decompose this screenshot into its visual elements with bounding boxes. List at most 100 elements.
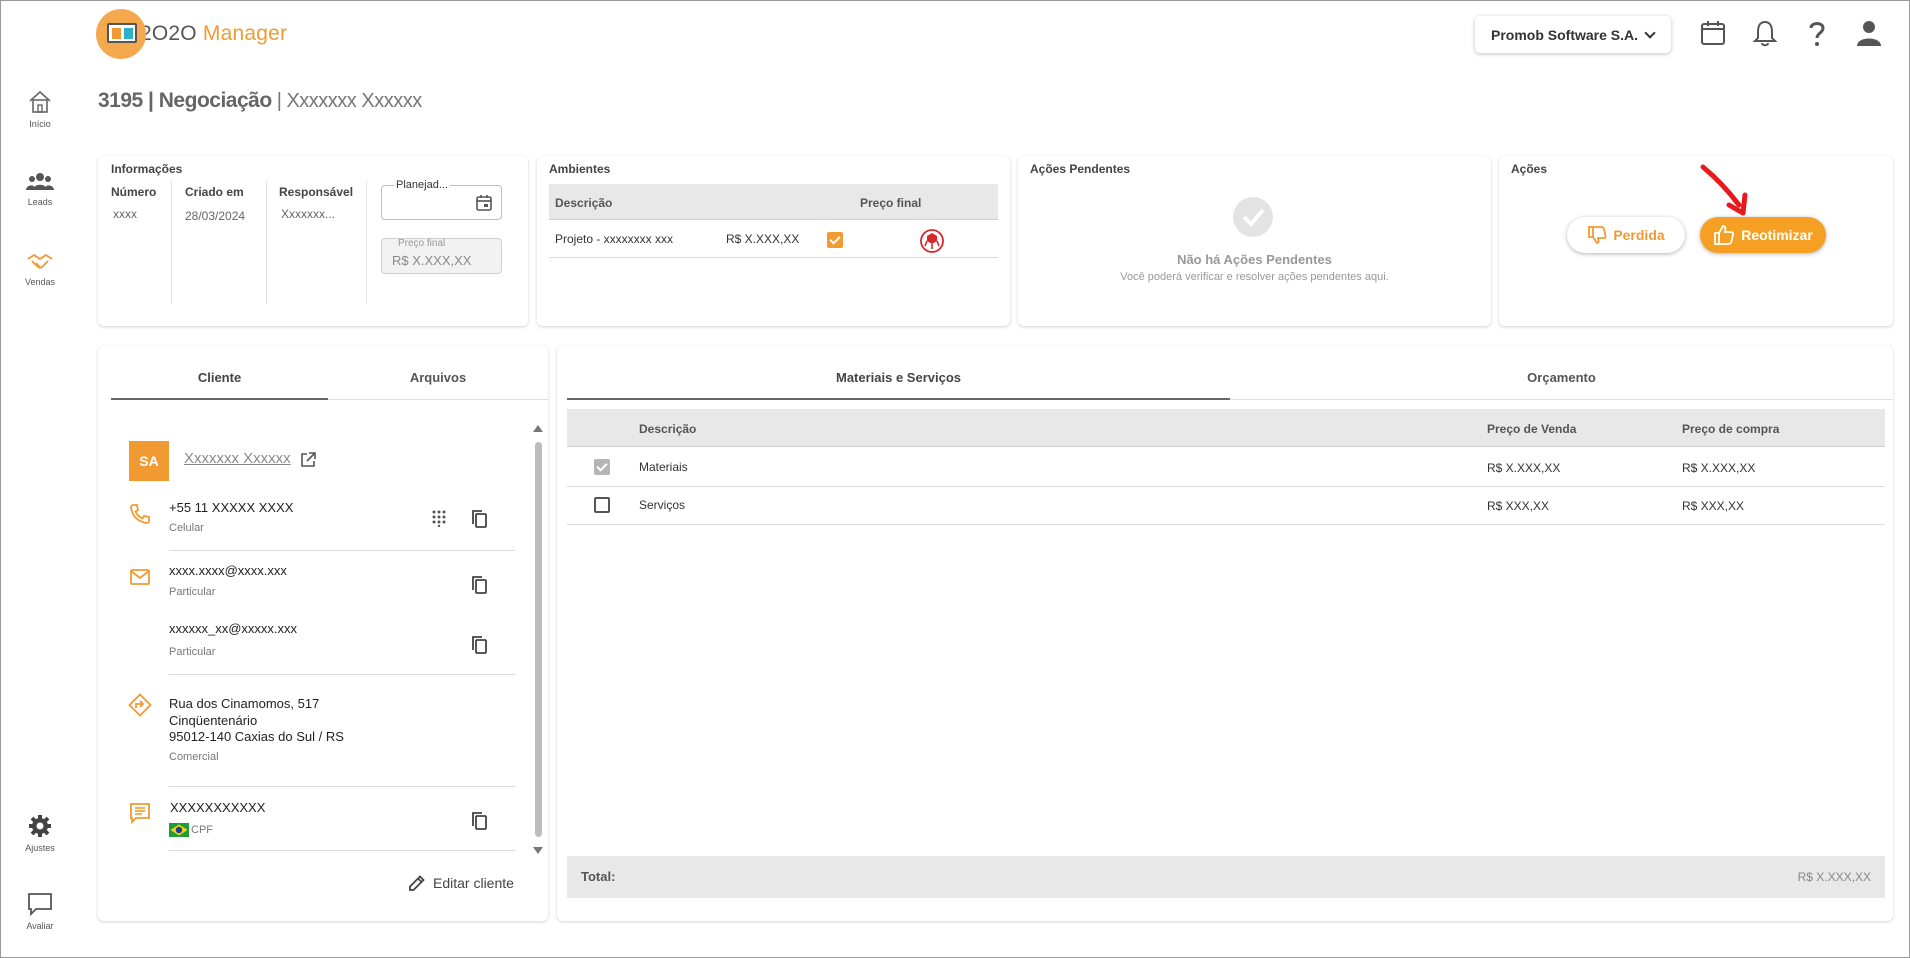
calendar-icon[interactable] — [1698, 18, 1728, 48]
sidebar-label: Início — [29, 119, 51, 129]
pending-heading: Ações Pendentes — [1030, 162, 1131, 176]
sidebar-item-ajustes[interactable]: Ajustes — [11, 813, 69, 853]
email1-value: xxxx.xxxx@xxxx.xxx — [169, 563, 287, 578]
final-price-value: R$ X.XXX,XX — [392, 253, 472, 268]
tab-indicator — [567, 398, 1230, 400]
environment-checkbox[interactable] — [827, 232, 843, 248]
tab-arquivos[interactable]: Arquivos — [328, 370, 548, 385]
thumbs-down-icon — [1588, 226, 1607, 244]
tab-materiais-servicos[interactable]: Materiais e Serviços — [567, 370, 1230, 385]
divider — [1230, 399, 1893, 400]
number-value: xxxx — [113, 207, 137, 221]
dialpad-icon[interactable] — [430, 509, 448, 527]
sidebar-item-inicio[interactable]: Início — [11, 89, 69, 129]
edit-client-label: Editar cliente — [433, 875, 514, 891]
user-account-icon[interactable] — [1854, 18, 1884, 48]
pencil-icon — [409, 875, 425, 891]
total-bar: Total: R$ X.XXX,XX — [567, 856, 1885, 898]
info-heading: Informações — [111, 162, 183, 176]
open-external-icon[interactable] — [299, 451, 317, 469]
app-logo[interactable]: 2O2O Manager — [96, 9, 287, 59]
materials-row-checkbox[interactable] — [594, 459, 610, 475]
copy-icon[interactable] — [470, 811, 488, 831]
brazil-flag-icon — [169, 823, 189, 837]
planned-date-field[interactable]: Planejad... — [381, 179, 502, 220]
number-label: Número — [111, 185, 157, 199]
edit-client-button[interactable]: Editar cliente — [407, 873, 514, 893]
divider — [549, 257, 998, 258]
tab-indicator — [111, 398, 328, 400]
feedback-icon — [28, 893, 52, 917]
row-description: Materiais — [639, 460, 688, 474]
directions-icon — [128, 693, 152, 717]
copy-icon[interactable] — [470, 635, 488, 655]
sidebar-label: Avaliar — [26, 921, 54, 931]
document-value: XXXXXXXXXXX — [170, 800, 266, 815]
divider — [169, 850, 515, 851]
reoptimize-button-label: Reotimizar — [1741, 227, 1813, 243]
environment-price: R$ X.XXX,XX — [726, 232, 800, 246]
lost-button-label: Perdida — [1613, 227, 1665, 243]
sidebar-item-vendas[interactable]: Vendas — [11, 251, 69, 287]
divider — [169, 786, 515, 787]
col-sale-price: Preço de Venda — [1487, 422, 1577, 436]
col-buy-price: Preço de compra — [1682, 422, 1780, 436]
gear-icon — [29, 815, 51, 837]
divider — [366, 181, 367, 304]
environments-table-header: Descrição Preço final — [549, 184, 998, 220]
final-price-label: Preço final — [398, 238, 446, 249]
row-sale-price: R$ XXX,XX — [1487, 499, 1550, 513]
sidebar-item-avaliar[interactable]: Avaliar — [11, 891, 69, 931]
environments-heading: Ambientes — [549, 162, 611, 176]
email2-value: xxxxxx_xx@xxxxx.xxx — [169, 621, 298, 636]
divider — [567, 486, 1885, 487]
col-description: Descrição — [639, 422, 697, 436]
tab-cliente[interactable]: Cliente — [111, 370, 328, 385]
divider — [169, 550, 515, 551]
scrollbar-thumb[interactable] — [535, 442, 542, 837]
materials-table-header: Descrição Preço de Venda Preço de compra — [567, 409, 1885, 447]
sidebar-label: Vendas — [24, 277, 56, 287]
help-icon[interactable] — [1802, 18, 1832, 48]
client-name-link[interactable]: Xxxxxxx Xxxxxx — [184, 450, 291, 467]
environment-description: Projeto - xxxxxxxx xxx — [555, 232, 674, 246]
created-value: 28/03/2024 — [185, 209, 246, 223]
people-icon — [26, 173, 54, 190]
calendar-icon[interactable] — [475, 194, 493, 212]
total-label: Total: — [581, 869, 616, 884]
logo-mark-icon — [96, 9, 146, 59]
col-final-price: Preço final — [860, 196, 922, 210]
render-icon[interactable] — [919, 228, 945, 254]
services-row-checkbox[interactable] — [594, 497, 610, 513]
divider — [328, 399, 548, 400]
divider — [169, 674, 515, 675]
company-selector[interactable]: Promob Software S.A. — [1475, 16, 1671, 53]
row-buy-price: R$ XXX,XX — [1682, 499, 1745, 513]
divider — [266, 181, 267, 304]
email-icon — [130, 569, 150, 585]
pending-actions-card — [1018, 156, 1491, 326]
phone-type: Celular — [169, 522, 204, 534]
client-panel — [98, 346, 548, 921]
sidebar-item-leads[interactable]: Leads — [11, 171, 69, 207]
bell-icon[interactable] — [1750, 18, 1780, 48]
annotation-arrow-icon — [1700, 164, 1748, 216]
scroll-up-arrow-icon[interactable] — [533, 425, 543, 432]
handshake-icon — [27, 253, 53, 269]
logo-text: 2O2O Manager — [140, 22, 288, 45]
planned-label: Planejad... — [394, 179, 450, 191]
address-line2: Cinqüentenário — [169, 713, 258, 728]
row-sale-price: R$ X.XXX,XX — [1487, 461, 1561, 475]
sidebar-label: Leads — [27, 197, 53, 207]
copy-icon[interactable] — [470, 575, 488, 595]
total-value: R$ X.XXX,XX — [1797, 870, 1871, 884]
actions-heading: Ações — [1511, 162, 1548, 176]
lost-button[interactable]: Perdida — [1567, 217, 1685, 253]
check-circle-icon — [1233, 197, 1273, 237]
scroll-down-arrow-icon[interactable] — [533, 847, 543, 854]
pending-empty-sub: Você poderá verificar e resolver ações p… — [1120, 271, 1389, 283]
col-description: Descrição — [555, 196, 613, 210]
copy-icon[interactable] — [470, 509, 488, 529]
tab-orcamento[interactable]: Orçamento — [1230, 370, 1893, 385]
address-type: Comercial — [169, 751, 219, 763]
